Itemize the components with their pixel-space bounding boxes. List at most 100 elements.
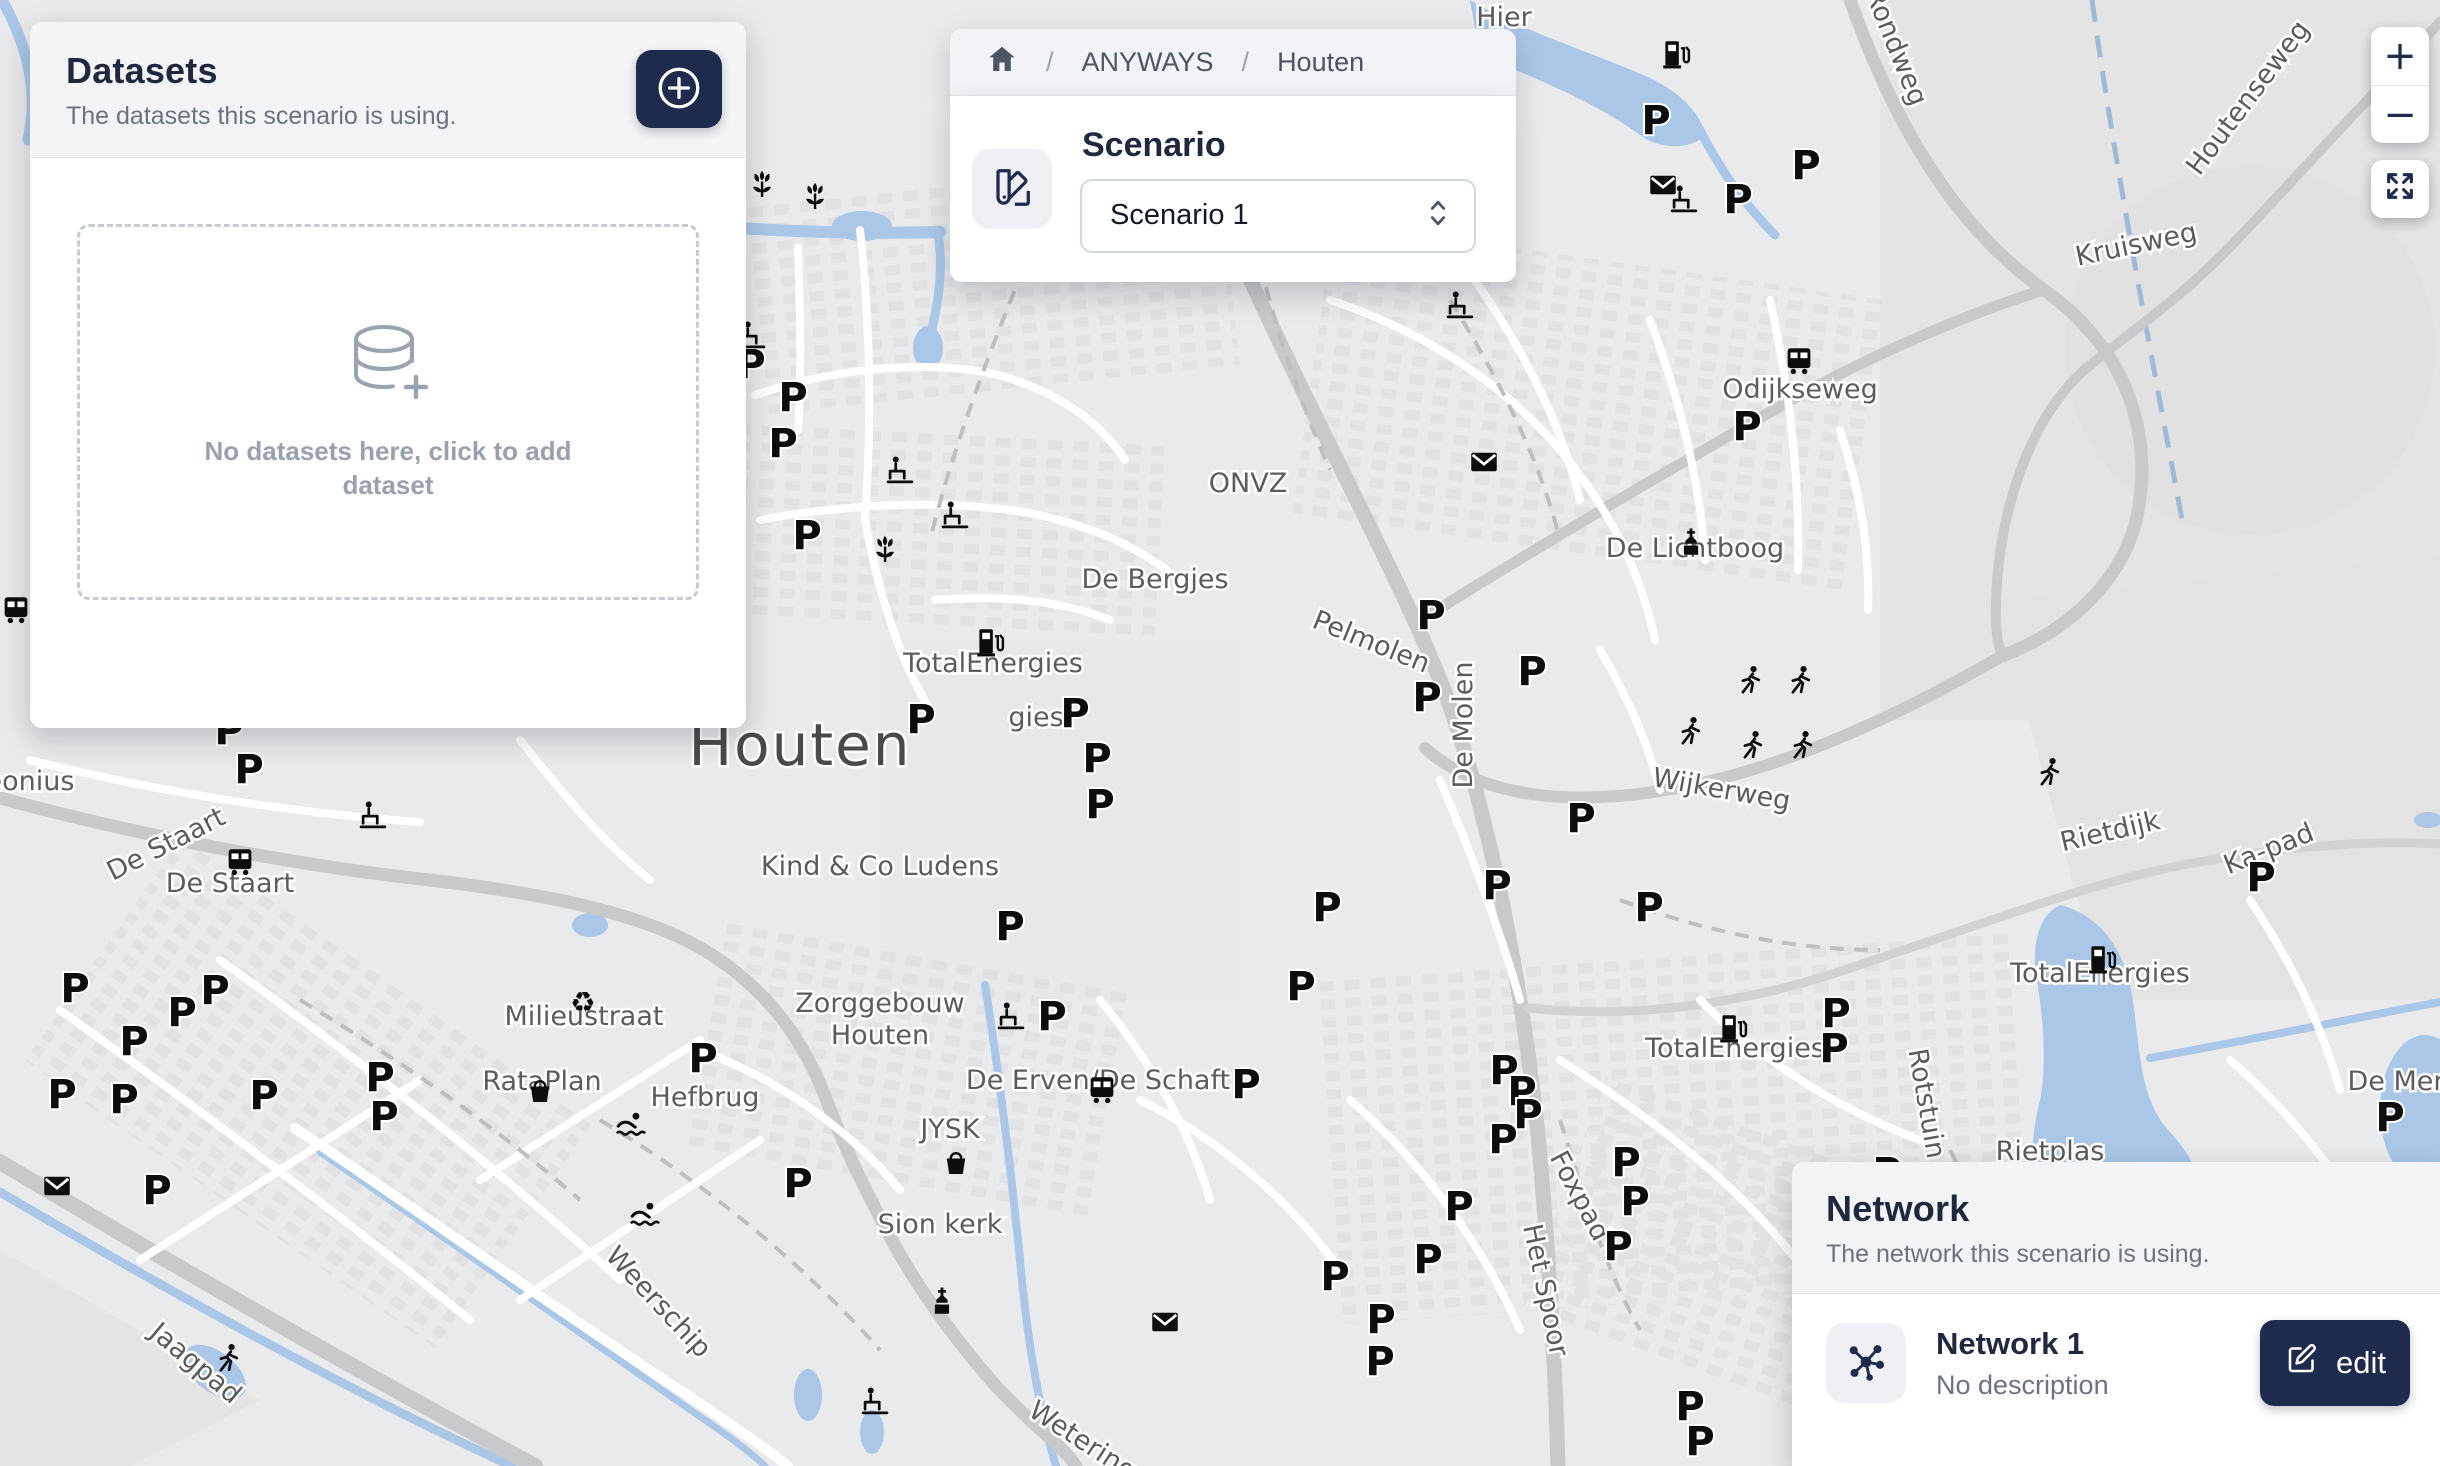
parking-marker: P [1513,1092,1542,1138]
breadcrumb-separator: / [1046,47,1054,78]
parking-marker: P [1488,1117,1517,1163]
chevron-updown-icon [1424,197,1452,234]
parking-marker: P [1416,593,1445,639]
mail-icon [1650,176,1676,194]
parking-marker: P [109,1077,138,1123]
map-label: Hefbrug [651,1082,760,1113]
map-label: De Staart [166,868,295,899]
fullscreen-control [2371,160,2429,218]
breadcrumb-separator: / [1242,47,1250,78]
circle-plus-icon [654,63,704,116]
zoom-in-button[interactable]: + [2371,27,2429,85]
parking-marker: P [1685,1419,1714,1465]
network-item-name: Network 1 [1936,1326,2109,1362]
map-label: gies [1008,702,1063,733]
parking-marker: P [1231,1062,1260,1108]
map-label: ONVZ [1209,468,1287,499]
edit-network-button[interactable]: edit [2260,1320,2410,1406]
parking-marker: P [1286,964,1315,1010]
parking-marker: P [1037,994,1066,1040]
breadcrumb-item-houten[interactable]: Houten [1277,47,1364,78]
parking-marker: P [1413,1237,1442,1283]
parking-marker: P [119,1019,148,1065]
scenario-select[interactable]: Scenario 1 [1080,179,1476,253]
datasets-panel: Datasets The datasets this scenario is u… [30,22,746,728]
map-label: De Molen [1448,661,1479,788]
recycle-icon [570,986,595,1019]
map-label: Odijkseweg [1722,374,1878,405]
edit-button-label: edit [2336,1345,2386,1381]
home-icon[interactable] [986,43,1018,82]
parking-marker: P [1312,885,1341,931]
parking-marker: P [1566,796,1595,842]
map-label: JYSK [918,1114,981,1145]
breadcrumb-item-anyways[interactable]: ANYWAYS [1082,47,1214,78]
parking-marker: P [1819,1026,1848,1072]
breadcrumb: / ANYWAYS / Houten [950,29,1516,96]
network-list-item: Network 1 No description edit [1792,1294,2440,1406]
scenario-icon-tile [972,149,1052,229]
parking-marker: P [1444,1184,1473,1230]
network-item-description: No description [1936,1370,2109,1401]
parking-marker: P [1641,98,1670,144]
map-label: eonius [0,766,74,797]
parking-marker: P [778,375,807,421]
parking-marker: P [1320,1254,1349,1300]
map-label: De Bergjes [1081,564,1228,595]
scenario-panel: / ANYWAYS / Houten Scenario Scenario 1 [950,29,1516,281]
datasets-dropzone[interactable]: No datasets here, click to add dataset [77,224,699,600]
mail-icon [1471,453,1497,471]
network-panel: Network The network this scenario is usi… [1792,1162,2440,1466]
parking-marker: P [768,421,797,467]
parking-marker: P [1732,404,1761,450]
datasets-panel-header: Datasets The datasets this scenario is u… [30,22,746,158]
database-add-icon [340,323,436,414]
parking-marker: P [2246,855,2275,901]
swatchbook-icon [989,164,1035,215]
parking-marker: P [995,904,1024,950]
mail-icon [1152,1313,1178,1331]
network-nodes-icon [1843,1338,1889,1389]
parking-marker: P [249,1073,278,1119]
parking-marker: P [1723,177,1752,223]
scenario-card: Scenario Scenario 1 [950,96,1516,282]
parking-marker: P [792,513,821,559]
network-icon-tile [1826,1323,1906,1403]
parking-marker: P [2375,1095,2404,1141]
fullscreen-expand-icon [2383,169,2417,210]
datasets-panel-body: No datasets here, click to add dataset [30,224,746,600]
mail-icon [44,1177,70,1195]
fullscreen-button[interactable] [2371,160,2429,218]
add-dataset-button[interactable] [636,50,722,128]
parking-marker: P [1482,863,1511,909]
parking-marker: P [234,747,263,793]
parking-marker: P [1603,1224,1632,1270]
network-panel-header: Network The network this scenario is usi… [1792,1162,2440,1294]
network-title: Network [1826,1188,2406,1230]
zoom-out-button[interactable]: − [2371,85,2429,143]
scenario-title: Scenario [1082,126,1476,165]
map-label: Sion kerk [878,1209,1003,1240]
parking-marker: P [1634,885,1663,931]
map-label: Zorggebouw [795,988,964,1019]
parking-marker: P [142,1168,171,1214]
parking-marker: P [1791,143,1820,189]
map-label: Houten [831,1020,929,1051]
parking-marker: P [60,966,89,1012]
parking-marker: P [783,1161,812,1207]
datasets-title: Datasets [66,50,710,92]
parking-marker: P [1412,675,1441,721]
datasets-empty-text: No datasets here, click to add dataset [178,434,598,502]
parking-marker: P [1620,1179,1649,1225]
parking-marker: P [1366,1297,1395,1343]
parking-marker: P [688,1036,717,1082]
parking-marker: P [1082,736,1111,782]
datasets-subtitle: The datasets this scenario is using. [66,102,710,131]
parking-marker: P [1517,649,1546,695]
parking-marker: P [1060,691,1089,737]
edit-pencil-icon [2284,1341,2320,1385]
parking-marker: P [47,1072,76,1118]
zoom-controls: + − [2371,27,2429,143]
parking-marker: P [167,990,196,1036]
parking-marker: P [1365,1339,1394,1385]
